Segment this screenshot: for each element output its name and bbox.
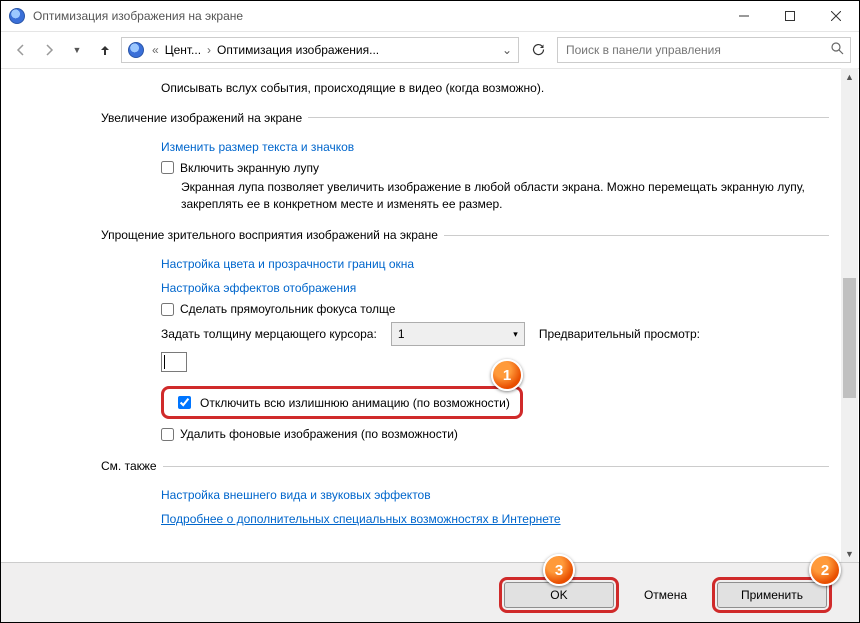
checkbox-remove-bg[interactable] [161, 428, 174, 441]
up-button[interactable] [93, 38, 117, 62]
breadcrumb[interactable]: « Цент... › Оптимизация изображения... ⌄ [121, 37, 519, 63]
checkbox-focus-rect[interactable] [161, 303, 174, 316]
link-more-accessibility[interactable]: Подробнее о дополнительных специальных в… [161, 512, 561, 526]
chevron-right-icon: › [205, 43, 213, 57]
chevron-left-icon: « [150, 43, 161, 57]
checkbox-magnifier[interactable] [161, 161, 174, 174]
link-appearance-sound[interactable]: Настройка внешнего вида и звуковых эффек… [161, 488, 431, 502]
cursor-preview [161, 352, 187, 372]
section-visual: Упрощение зрительного восприятия изображ… [101, 228, 829, 445]
section-magnify-legend: Увеличение изображений на экране [101, 111, 308, 125]
window-root: Оптимизация изображения на экране ▼ « Це… [0, 0, 860, 623]
close-button[interactable] [813, 1, 859, 31]
search-box[interactable] [557, 37, 851, 63]
app-icon [9, 8, 25, 24]
checkbox-magnifier-label: Включить экранную лупу [180, 161, 319, 175]
chevron-down-icon[interactable]: ⌄ [498, 43, 516, 57]
address-bar: ▼ « Цент... › Оптимизация изображения...… [1, 32, 859, 69]
disable-animation-highlight: Отключить всю излишнюю анимацию (по возм… [161, 386, 523, 419]
refresh-button[interactable] [523, 37, 553, 63]
checkbox-disable-animation-label: Отключить всю излишнюю анимацию (по возм… [200, 396, 510, 410]
scroll-up-button[interactable]: ▲ [841, 68, 858, 85]
titlebar: Оптимизация изображения на экране [1, 1, 859, 32]
section-visual-legend: Упрощение зрительного восприятия изображ… [101, 228, 444, 242]
window-title: Оптимизация изображения на экране [33, 9, 243, 23]
apply-button[interactable]: Применить [717, 582, 827, 608]
recent-button[interactable]: ▼ [65, 38, 89, 62]
chevron-down-icon: ▾ [513, 329, 518, 340]
cursor-width-label: Задать толщину мерцающего курсора: [161, 327, 377, 341]
settings-page: Описывать вслух события, происходящие в … [1, 68, 859, 533]
link-window-color[interactable]: Настройка цвета и прозрачности границ ок… [161, 257, 414, 271]
cancel-button[interactable]: Отмена [634, 583, 697, 607]
control-panel-icon [128, 42, 144, 58]
search-icon[interactable] [831, 42, 844, 58]
preview-label: Предварительный просмотр: [539, 327, 700, 341]
section-see-also-legend: См. также [101, 459, 163, 473]
cursor-width-select[interactable]: 1 ▾ [391, 322, 525, 346]
content-area: Описывать вслух события, происходящие в … [1, 68, 859, 562]
forward-button[interactable] [37, 38, 61, 62]
scrollbar[interactable]: ▲ ▼ [841, 68, 858, 562]
button-bar: OK Отмена Применить [1, 562, 859, 622]
magnifier-description: Экранная лупа позволяет увеличить изобра… [101, 179, 829, 213]
section-see-also: См. также Настройка внешнего вида и звук… [101, 459, 829, 533]
scroll-thumb[interactable] [843, 278, 856, 398]
cursor-width-value: 1 [398, 327, 405, 341]
describe-video-text: Описывать вслух события, происходящие в … [101, 80, 829, 97]
search-input[interactable] [564, 42, 831, 58]
link-display-effects[interactable]: Настройка эффектов отображения [161, 281, 356, 295]
callout-3: 3 [543, 554, 575, 586]
back-button[interactable] [9, 38, 33, 62]
callout-2: 2 [809, 554, 841, 586]
section-magnify: Увеличение изображений на экране Изменит… [101, 111, 829, 215]
checkbox-remove-bg-label: Удалить фоновые изображения (по возможно… [180, 427, 458, 441]
callout-1: 1 [491, 359, 523, 391]
crumb-1[interactable]: Цент... [163, 43, 203, 57]
scroll-down-button[interactable]: ▼ [841, 545, 858, 562]
checkbox-focus-rect-label: Сделать прямоугольник фокуса толще [180, 302, 395, 316]
link-text-size[interactable]: Изменить размер текста и значков [161, 140, 354, 154]
checkbox-disable-animation[interactable] [178, 396, 191, 409]
minimize-button[interactable] [721, 1, 767, 31]
maximize-button[interactable] [767, 1, 813, 31]
crumb-2[interactable]: Оптимизация изображения... [215, 43, 496, 57]
